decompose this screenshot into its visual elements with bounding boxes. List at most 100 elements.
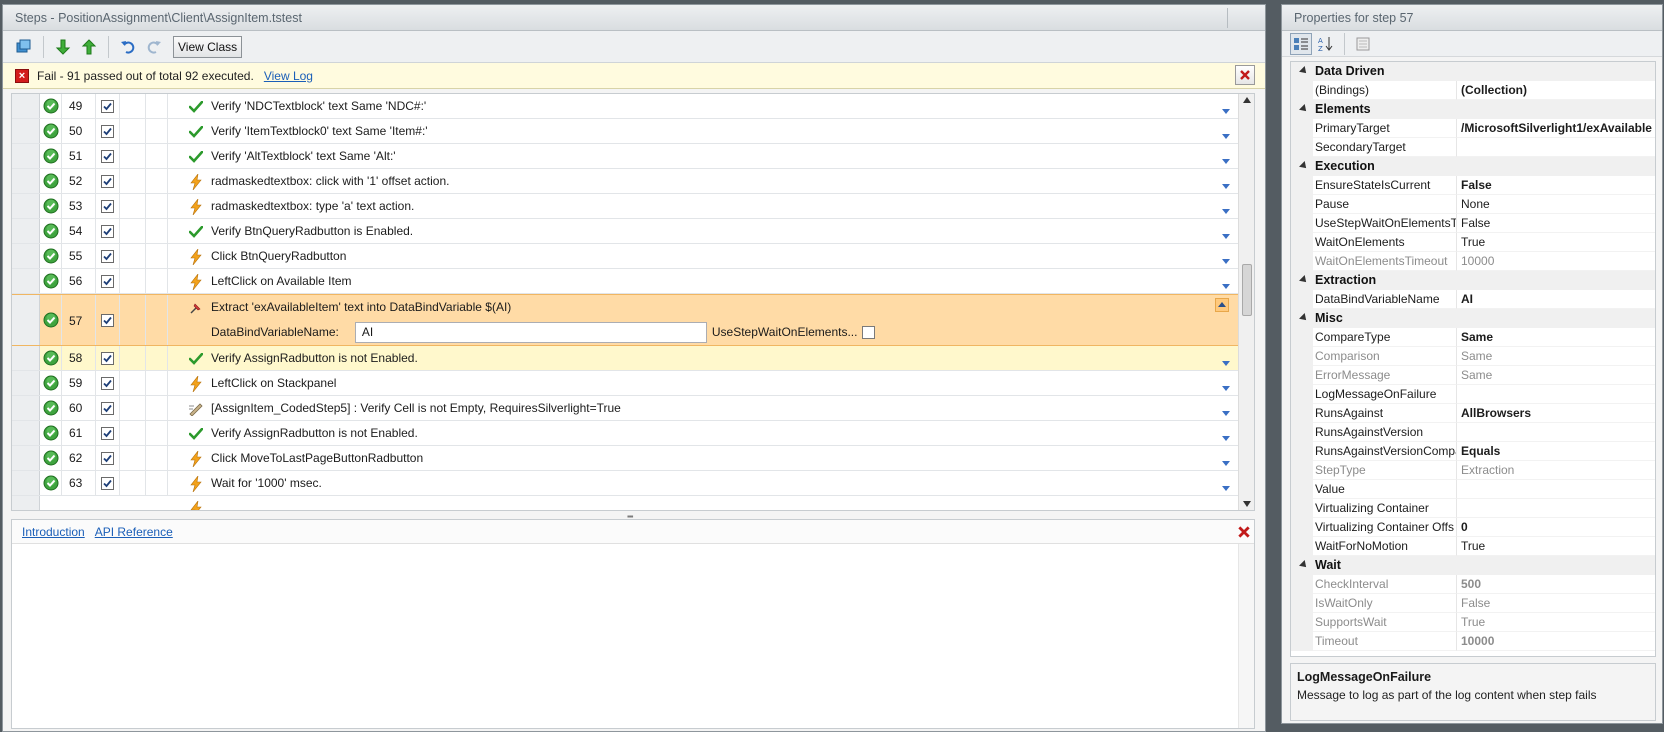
selected-step-row[interactable]: 57 Extract 'exAvailableItem' text into Da… (12, 294, 1238, 346)
property-value[interactable]: Same (1457, 328, 1655, 347)
property-value[interactable]: Same (1457, 347, 1655, 366)
row-header[interactable] (12, 169, 40, 193)
step-enabled-checkbox[interactable] (96, 194, 120, 218)
step-row[interactable]: 56 LeftClick on Available Item (12, 269, 1238, 294)
step-description[interactable]: LeftClick on Stackpanel (211, 371, 336, 396)
step-enabled-checkbox[interactable] (96, 396, 120, 420)
collapse-category-icon[interactable] (1299, 104, 1309, 114)
step-enabled-checkbox[interactable] (96, 144, 120, 168)
property-row[interactable]: Comparison Same (1291, 347, 1655, 366)
step-dropdown[interactable] (1222, 104, 1230, 114)
step-dropdown[interactable] (1222, 481, 1230, 491)
row-header[interactable] (12, 496, 40, 510)
collapse-category-icon[interactable] (1299, 560, 1309, 570)
row-header[interactable] (12, 295, 40, 345)
property-row[interactable]: PrimaryTarget/MicrosoftSilverlight1/exAv… (1291, 119, 1655, 138)
property-row[interactable]: (Bindings) (Collection) (1291, 81, 1655, 100)
property-row[interactable]: WaitOnElementsTimeout 10000 (1291, 252, 1655, 271)
step-row[interactable]: 58 Verify AssignRadbutton is not Enabled. (12, 346, 1238, 371)
row-header[interactable] (12, 421, 40, 445)
property-value[interactable]: AllBrowsers (1457, 404, 1655, 423)
close-help-button[interactable] (1234, 522, 1254, 542)
property-row[interactable]: RunsAgainstVersionCompa Equals (1291, 442, 1655, 461)
row-header[interactable] (12, 346, 40, 370)
step-description[interactable]: Wait for '1000' msec. (211, 471, 322, 496)
step-dropdown[interactable] (1222, 279, 1230, 289)
property-value[interactable]: 0 (1457, 518, 1655, 537)
step-row[interactable]: 52 radmaskedtextbox: click with '1' offse… (12, 169, 1238, 194)
property-value[interactable]: Same (1457, 366, 1655, 385)
step-dropdown[interactable] (1222, 154, 1230, 164)
property-value[interactable]: None (1457, 195, 1655, 214)
use-step-wait-checkbox[interactable] (862, 325, 876, 339)
step-description[interactable]: Verify AssignRadbutton is not Enabled. (211, 346, 418, 371)
property-value[interactable]: False (1457, 176, 1655, 195)
property-row[interactable]: Timeout 10000 (1291, 632, 1655, 651)
view-log-link[interactable]: View Log (264, 69, 313, 83)
step-dropdown[interactable] (1222, 456, 1230, 466)
step-enabled-checkbox[interactable] (96, 244, 120, 268)
row-header[interactable] (12, 144, 40, 168)
step-enabled-checkbox[interactable] (96, 269, 120, 293)
property-value[interactable]: Extraction (1457, 461, 1655, 480)
alphabetical-icon[interactable]: AZ (1315, 33, 1337, 55)
property-row[interactable]: LogMessageOnFailure (1291, 385, 1655, 404)
row-header[interactable] (12, 471, 40, 495)
property-value[interactable] (1457, 499, 1655, 518)
step-dropdown[interactable] (1222, 204, 1230, 214)
step-description[interactable]: Verify 'NDCTextblock' text Same 'NDC#:' (211, 94, 426, 119)
property-row[interactable]: Virtualizing Container (1291, 499, 1655, 518)
step-row[interactable]: 54 Verify BtnQueryRadbutton is Enabled. (12, 219, 1238, 244)
step-row[interactable]: 49 Verify 'NDCTextblock' text Same 'NDC#:… (12, 94, 1238, 119)
databind-variable-input[interactable]: AI (354, 321, 707, 343)
step-row[interactable]: 61 Verify AssignRadbutton is not Enabled. (12, 421, 1238, 446)
step-dropdown[interactable] (1222, 356, 1230, 366)
property-row[interactable]: DataBindVariableName AI (1291, 290, 1655, 309)
property-row[interactable]: CheckInterval 500 (1291, 575, 1655, 594)
step-dropdown[interactable] (1222, 179, 1230, 189)
help-scrollbar[interactable] (1238, 544, 1254, 728)
step-row[interactable]: 50 Verify 'ItemTextblock0' text Same 'Ite… (12, 119, 1238, 144)
property-value[interactable]: AI (1457, 290, 1655, 309)
property-value[interactable]: False (1457, 214, 1655, 233)
row-header[interactable] (12, 371, 40, 395)
step-description[interactable]: Click BtnQueryRadbutton (211, 244, 346, 269)
collapse-category-icon[interactable] (1299, 275, 1309, 285)
property-value[interactable]: Equals (1457, 442, 1655, 461)
step-row[interactable]: 62 Click MoveToLastPageButtonRadbutton (12, 446, 1238, 471)
step-row[interactable]: 55 Click BtnQueryRadbutton (12, 244, 1238, 269)
property-category[interactable]: Data Driven (1291, 62, 1655, 81)
row-header[interactable] (12, 396, 40, 420)
property-value[interactable] (1457, 480, 1655, 499)
property-category[interactable]: Execution (1291, 157, 1655, 176)
property-row[interactable]: Pause None (1291, 195, 1655, 214)
step-enabled-checkbox[interactable] (96, 471, 120, 495)
step-row[interactable]: 53 radmaskedtextbox: type 'a' text action… (12, 194, 1238, 219)
step-builder-icon[interactable] (13, 36, 35, 58)
step-dropdown[interactable] (1222, 381, 1230, 391)
view-class-button[interactable]: View Class (173, 35, 243, 58)
collapse-step-button[interactable] (1215, 298, 1229, 312)
property-value[interactable]: (Collection) (1457, 81, 1655, 100)
step-enabled-checkbox[interactable] (96, 295, 120, 345)
step-enabled-checkbox[interactable] (96, 346, 120, 370)
step-description[interactable]: radmaskedtextbox: type 'a' text action. (211, 194, 414, 219)
property-value[interactable]: True (1457, 613, 1655, 632)
step-description[interactable]: LeftClick on Available Item (211, 269, 352, 294)
property-value[interactable] (1457, 138, 1655, 157)
property-category[interactable]: Elements (1291, 100, 1655, 119)
move-up-icon[interactable] (78, 36, 100, 58)
property-category[interactable]: Wait (1291, 556, 1655, 575)
step-enabled-checkbox[interactable] (96, 119, 120, 143)
step-dropdown[interactable] (1222, 129, 1230, 139)
collapse-category-icon[interactable] (1299, 313, 1309, 323)
scroll-thumb[interactable] (1242, 264, 1252, 316)
step-description[interactable]: Verify 'ItemTextblock0' text Same 'Item#… (211, 119, 428, 144)
property-row[interactable]: WaitForNoMotion True (1291, 537, 1655, 556)
property-row[interactable]: CompareType Same (1291, 328, 1655, 347)
collapse-category-icon[interactable] (1299, 161, 1309, 171)
step-dropdown[interactable] (1222, 406, 1230, 416)
property-row[interactable]: Value (1291, 480, 1655, 499)
panel-splitter[interactable] (1266, 0, 1280, 732)
property-row[interactable]: IsWaitOnly False (1291, 594, 1655, 613)
